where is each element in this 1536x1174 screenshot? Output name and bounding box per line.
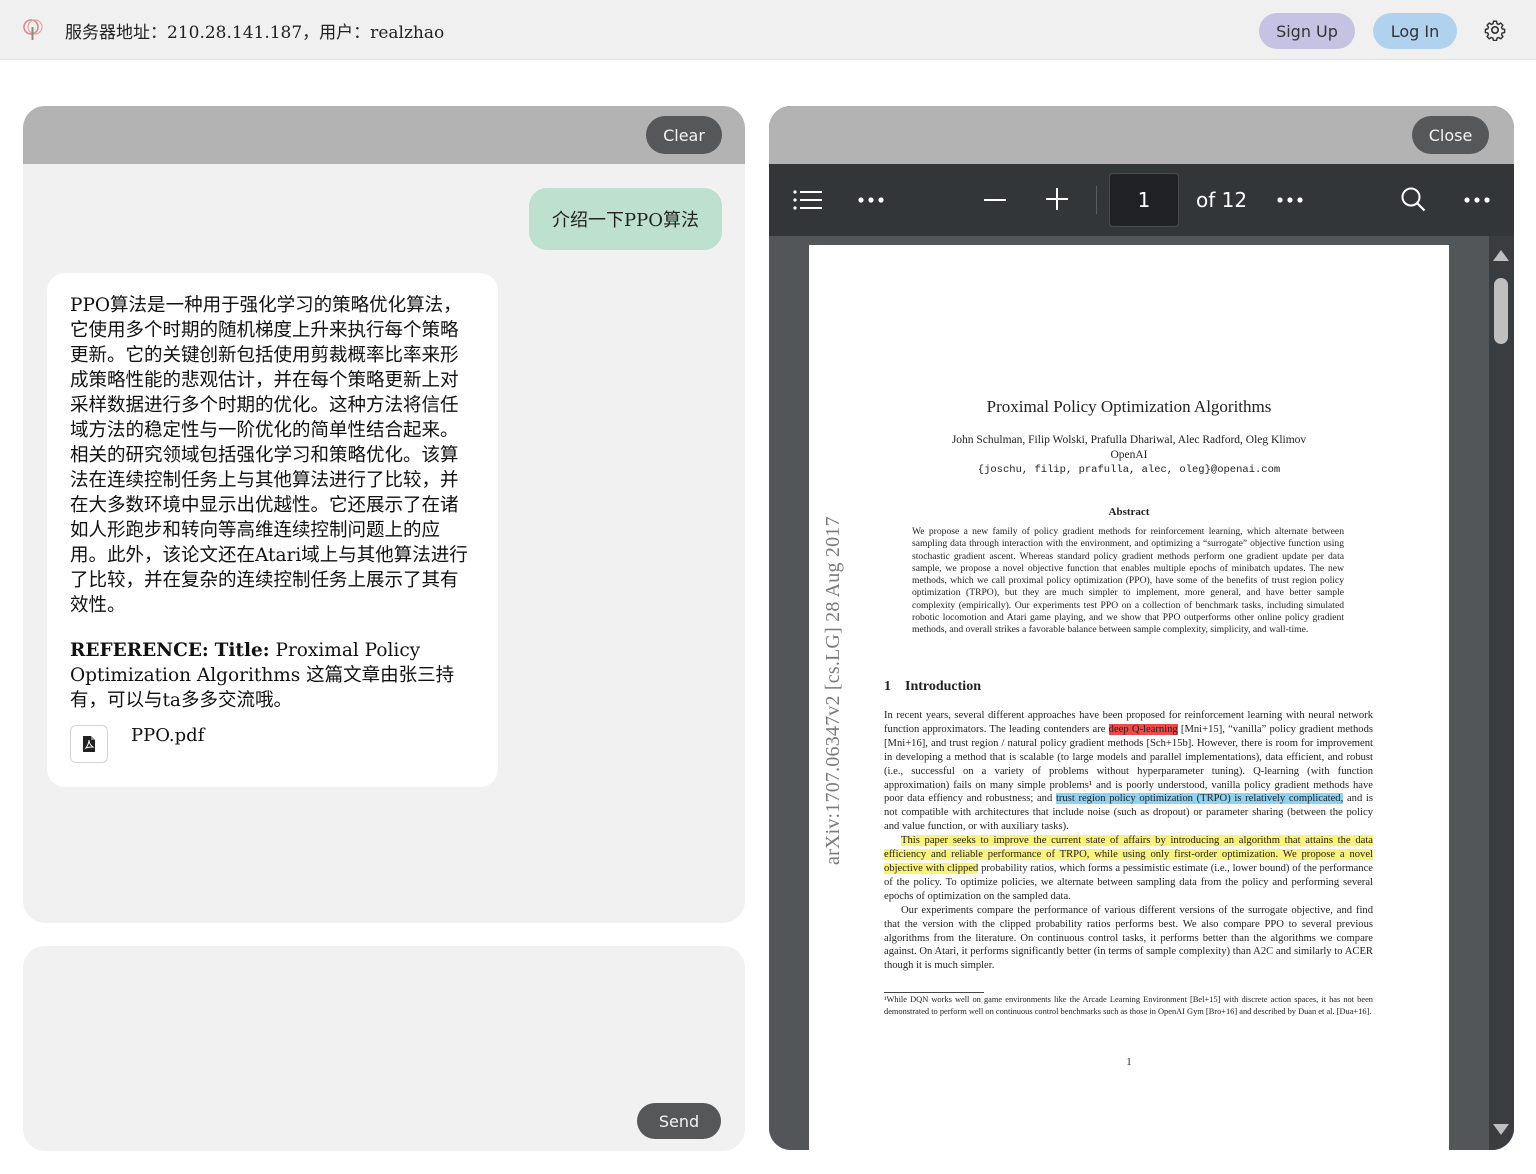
plus-icon[interactable] (1046, 188, 1068, 210)
toolbar-divider (1096, 186, 1097, 214)
highlight-red[interactable]: deep Q-learning (1108, 723, 1178, 735)
page-number-input[interactable] (1109, 173, 1179, 227)
section-heading: 1 Introduction (884, 679, 981, 695)
arxiv-stamp: arXiv:1707.06347v2 [cs.LG] 28 Aug 2017 (822, 516, 844, 865)
pdf-toolbar: of 12 (769, 164, 1514, 236)
abstract-text: We propose a new family of policy gradie… (912, 526, 1344, 636)
pdf-file-icon[interactable] (70, 725, 108, 763)
footnote: ¹While DQN works well on game environmen… (884, 995, 1373, 1016)
clear-button[interactable]: Clear (646, 116, 722, 154)
app-logo-icon (23, 19, 43, 40)
intro-text: Our experiments compare the performance … (884, 904, 1373, 972)
more-dots-icon[interactable] (1464, 197, 1490, 203)
scrollbar-thumb[interactable] (1494, 278, 1508, 344)
paper-title: Proximal Policy Optimization Algorithms (986, 397, 1272, 416)
gear-icon[interactable] (1484, 19, 1506, 41)
intro-paragraph-2: This paper seeks to improve the current … (884, 834, 1373, 904)
author-list: John Schulman, Filip Wolski, Prafulla Dh… (951, 434, 1307, 446)
more-dots-icon[interactable] (858, 197, 884, 203)
section-title: Introduction (905, 679, 981, 694)
list-icon[interactable] (793, 190, 823, 210)
author-emails: {joschu, filip, prafulla, alec, oleg}@op… (977, 464, 1281, 476)
reference-title-label: Title: (214, 640, 270, 661)
pdf-page: arXiv:1707.06347v2 [cs.LG] 28 Aug 2017 P… (809, 245, 1449, 1150)
message-input[interactable] (43, 962, 723, 1092)
abstract-heading: Abstract (1108, 506, 1150, 518)
more-dots-icon[interactable] (1277, 197, 1303, 203)
search-icon[interactable] (1400, 186, 1426, 212)
page-number: 1 (1126, 1057, 1132, 1068)
intro-paragraph-1: In recent years, several different appro… (884, 709, 1373, 834)
section-number: 1 (884, 679, 891, 694)
reference-text: REFERENCE: Title: Proximal Policy Optimi… (70, 638, 476, 713)
sign-up-button[interactable]: Sign Up (1259, 13, 1355, 49)
page-count-label: of 12 (1196, 188, 1248, 212)
minus-icon[interactable] (984, 198, 1006, 202)
scroll-up-arrow-icon[interactable] (1493, 250, 1509, 261)
affiliation: OpenAI (1110, 449, 1148, 461)
attachment[interactable]: PPO.pdf (70, 725, 204, 763)
bot-message-text: PPO算法是一种用于强化学习的策略优化算法，它使用多个时期的随机梯度上升来执行每… (70, 295, 468, 616)
scrollbar-track[interactable] (1489, 236, 1514, 1150)
chat-panel: Clear 介绍一下PPO算法 PPO算法是一种用于强化学习的策略优化算法，它使… (23, 106, 745, 923)
pdf-viewer-header: Close (769, 106, 1514, 164)
chat-header: Clear (23, 106, 745, 164)
highlight-blue[interactable]: trust region policy optimization (TRPO) … (1055, 793, 1344, 805)
close-button[interactable]: Close (1412, 116, 1489, 154)
server-info: 服务器地址：210.28.141.187，用户：realzhao (65, 23, 445, 43)
intro-paragraph-3: Our experiments compare the performance … (884, 904, 1373, 974)
introduction-text: In recent years, several different appro… (884, 709, 1373, 973)
input-panel: Send (23, 946, 745, 1151)
pdf-viewport[interactable]: arXiv:1707.06347v2 [cs.LG] 28 Aug 2017 P… (769, 236, 1514, 1150)
log-in-button[interactable]: Log In (1373, 13, 1457, 49)
attachment-file-name[interactable]: PPO.pdf (131, 723, 204, 748)
bot-message-bubble: PPO算法是一种用于强化学习的策略优化算法，它使用多个时期的随机梯度上升来执行每… (47, 273, 498, 787)
top-bar: 服务器地址：210.28.141.187，用户：realzhao Sign Up… (0, 0, 1536, 60)
paper-authors: John Schulman, Filip Wolski, Prafulla Dh… (809, 433, 1449, 463)
pdf-viewer-panel: Close of 12 arXiv:170 (769, 106, 1514, 1150)
user-message-bubble: 介绍一下PPO算法 (529, 188, 722, 250)
footnote-divider (884, 992, 984, 993)
reference-label: REFERENCE: (70, 640, 209, 661)
send-button[interactable]: Send (637, 1103, 721, 1139)
scroll-down-arrow-icon[interactable] (1493, 1124, 1509, 1135)
user-message-text: 介绍一下PPO算法 (552, 210, 699, 231)
